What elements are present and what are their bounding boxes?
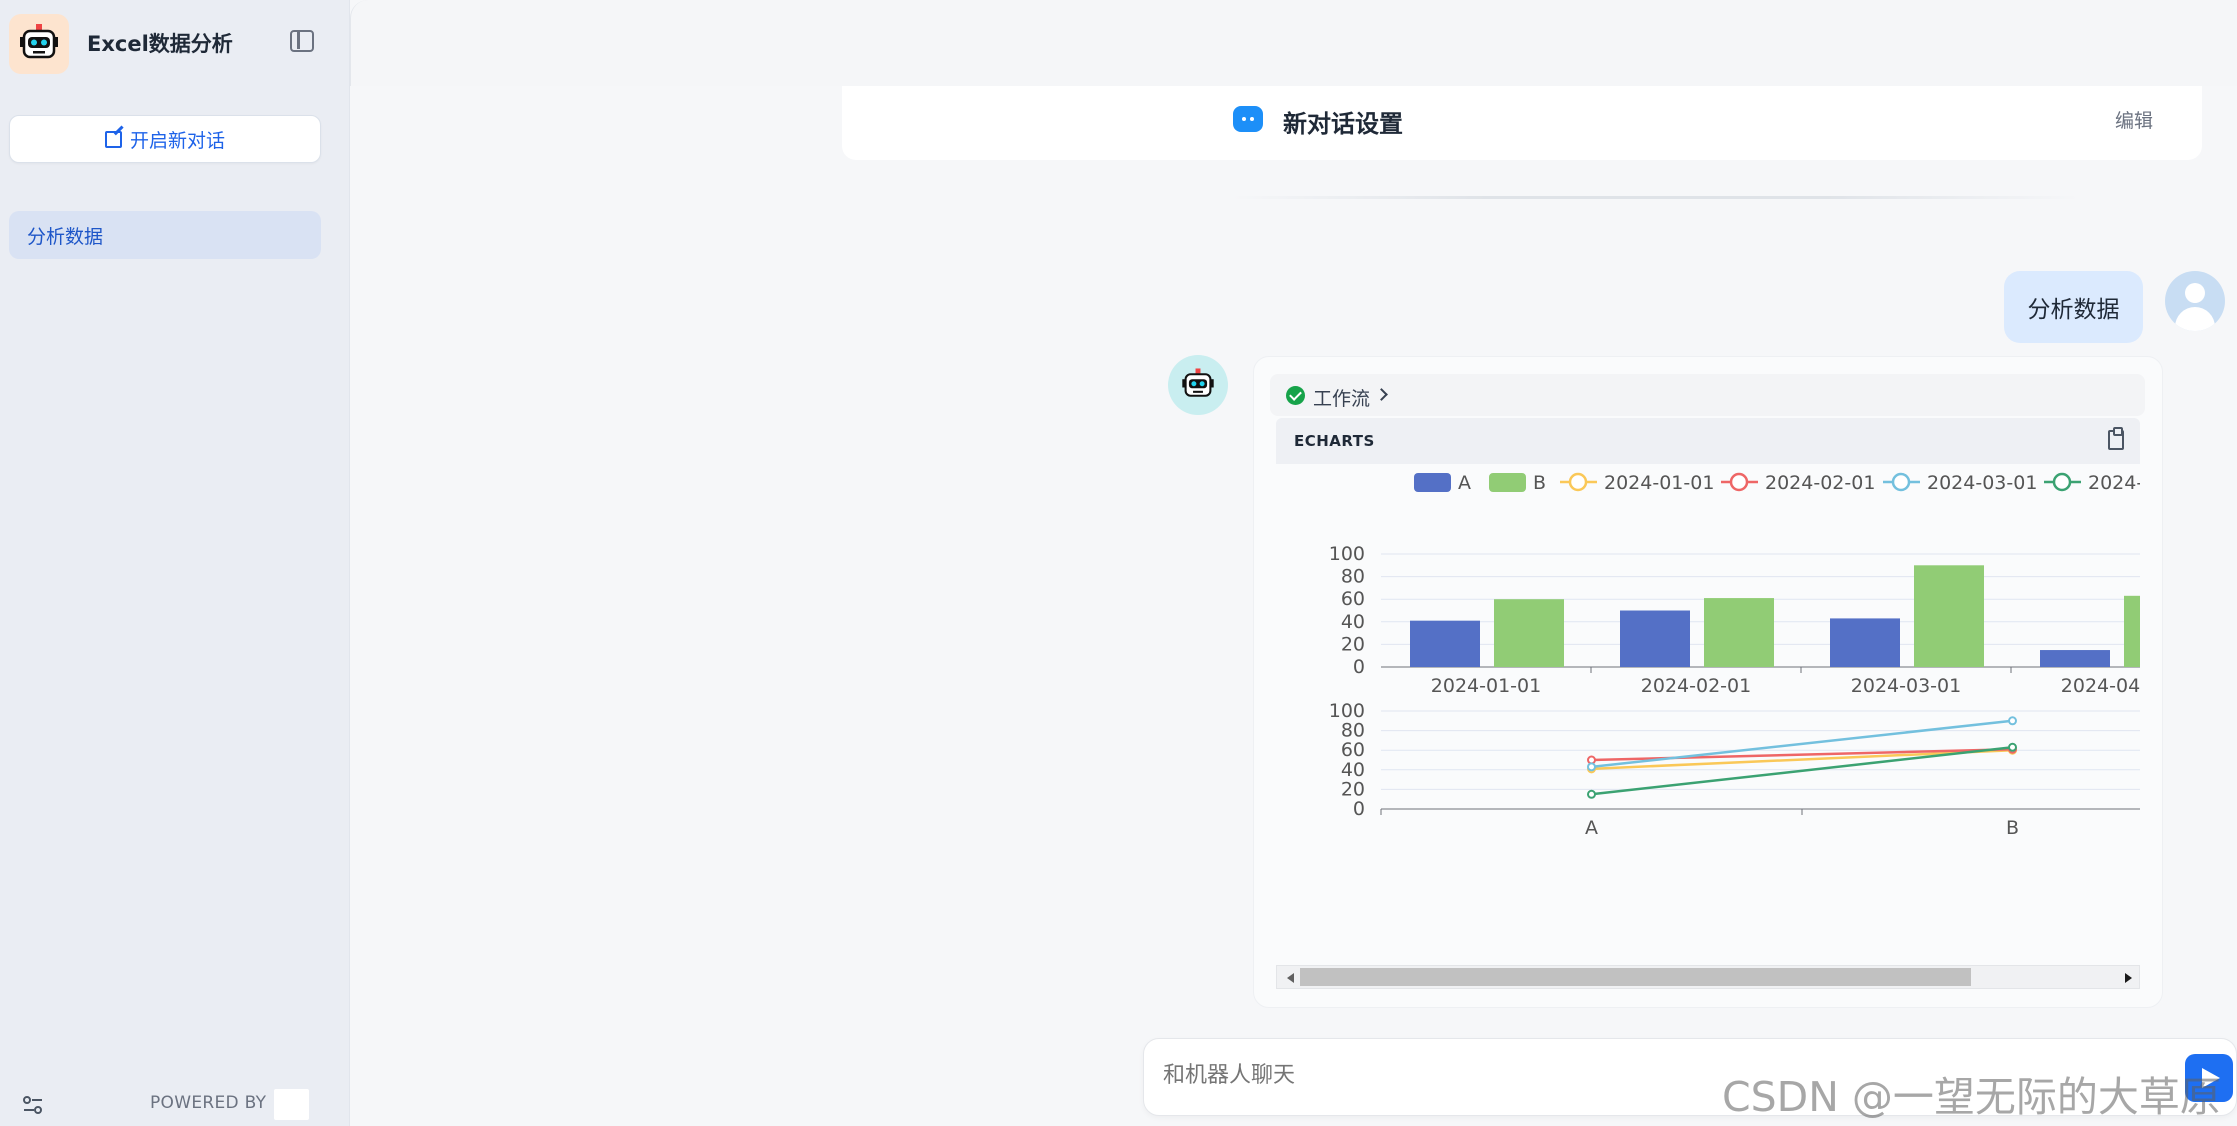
- legend-swatch: [1489, 473, 1526, 492]
- legend-label: A: [1458, 472, 1471, 494]
- data-point: [1587, 762, 1596, 772]
- y-tick-label: 40: [1341, 611, 1365, 633]
- settings-title: 新对话设置: [1283, 110, 1403, 138]
- powered-by-label: POWERED BY: [150, 1093, 267, 1113]
- x-tick-label: 2024-02-01: [1641, 675, 1751, 697]
- workflow-bar[interactable]: [1270, 374, 2145, 416]
- watermark: CSDN @一望无际的大草原: [1722, 1073, 2221, 1121]
- divider: [1232, 196, 2080, 199]
- sidebar-toggle-icon[interactable]: [290, 30, 314, 52]
- bar: [1620, 610, 1690, 667]
- user-message: 分析数据: [2004, 271, 2143, 343]
- data-point: [2008, 742, 2017, 752]
- data-point: [2008, 716, 2017, 726]
- x-tick-label: A: [1585, 817, 1598, 839]
- legend-label: 2024-04-01: [2088, 472, 2140, 494]
- legend-label: 2024-03-01: [1927, 472, 2037, 494]
- y-tick-label: 100: [1329, 543, 1365, 565]
- top-bar: [350, 0, 2237, 86]
- y-tick-label: 0: [1353, 798, 1365, 820]
- scroll-left-icon[interactable]: [1287, 973, 1294, 983]
- legend-label: B: [1533, 472, 1546, 494]
- clipboard-icon[interactable]: [2108, 427, 2124, 450]
- y-tick-label: 20: [1341, 633, 1365, 655]
- legend-marker: [1891, 472, 1911, 492]
- legend-label: 2024-02-01: [1765, 472, 1875, 494]
- echarts-label: ECHARTS: [1294, 432, 1375, 450]
- bar: [1704, 598, 1774, 667]
- y-tick-label: 20: [1341, 778, 1365, 800]
- y-tick-label: 80: [1341, 720, 1365, 742]
- y-tick-label: 100: [1329, 700, 1365, 722]
- robot-icon: [9, 14, 69, 74]
- y-tick-label: 80: [1341, 566, 1365, 588]
- chat-bubble-icon: [1233, 106, 1263, 132]
- legend-swatch: [1414, 473, 1451, 492]
- x-tick-label: 2024-01-01: [1431, 675, 1541, 697]
- workflow-label: 工作流: [1313, 388, 1371, 410]
- scrollbar-thumb[interactable]: [1300, 968, 1971, 986]
- x-tick-label: B: [2006, 817, 2019, 839]
- new-chat-label: 开启新对话: [129, 129, 225, 152]
- bar: [1410, 620, 1480, 667]
- x-tick-label: 2024-04-01: [2061, 675, 2140, 697]
- app-title: Excel数据分析: [87, 32, 233, 56]
- legend-marker: [2052, 472, 2072, 492]
- settings-edit-button[interactable]: 编辑: [2115, 106, 2153, 133]
- x-tick-label: 2024-03-01: [1851, 675, 1961, 697]
- legend-marker: [1729, 472, 1749, 492]
- new-chat-button[interactable]: 开启新对话: [9, 115, 321, 163]
- sidebar: Excel数据分析 开启新对话 分析数据 POWERED BY: [0, 0, 350, 1126]
- bot-avatar: [1168, 355, 1228, 415]
- bar: [1830, 618, 1900, 667]
- bar: [1914, 565, 1984, 667]
- bar: [2124, 595, 2140, 667]
- check-circle-icon: [1286, 386, 1305, 405]
- y-tick-label: 40: [1341, 759, 1365, 781]
- powered-by-logo: [274, 1089, 309, 1120]
- bar: [1494, 599, 1564, 667]
- y-tick-label: 60: [1341, 588, 1365, 610]
- legend-label: 2024-01-01: [1604, 472, 1714, 494]
- bar: [2040, 650, 2110, 667]
- sliders-icon[interactable]: [22, 1094, 44, 1116]
- data-point: [1587, 789, 1596, 799]
- echarts-chart: A B 2024-01-01 2024-02-01 2024-03-01 2024-04-…: [1329, 472, 2140, 839]
- conversation-settings-card: [842, 86, 2202, 160]
- conversation-item[interactable]: 分析数据: [9, 211, 321, 259]
- edit-icon: [104, 130, 122, 148]
- y-tick-label: 60: [1341, 739, 1365, 761]
- y-tick-label: 0: [1353, 656, 1365, 678]
- echarts-header: [1276, 418, 2140, 464]
- scroll-right-icon[interactable]: [2125, 973, 2132, 983]
- legend-marker: [1568, 472, 1588, 492]
- user-avatar: [2165, 271, 2225, 331]
